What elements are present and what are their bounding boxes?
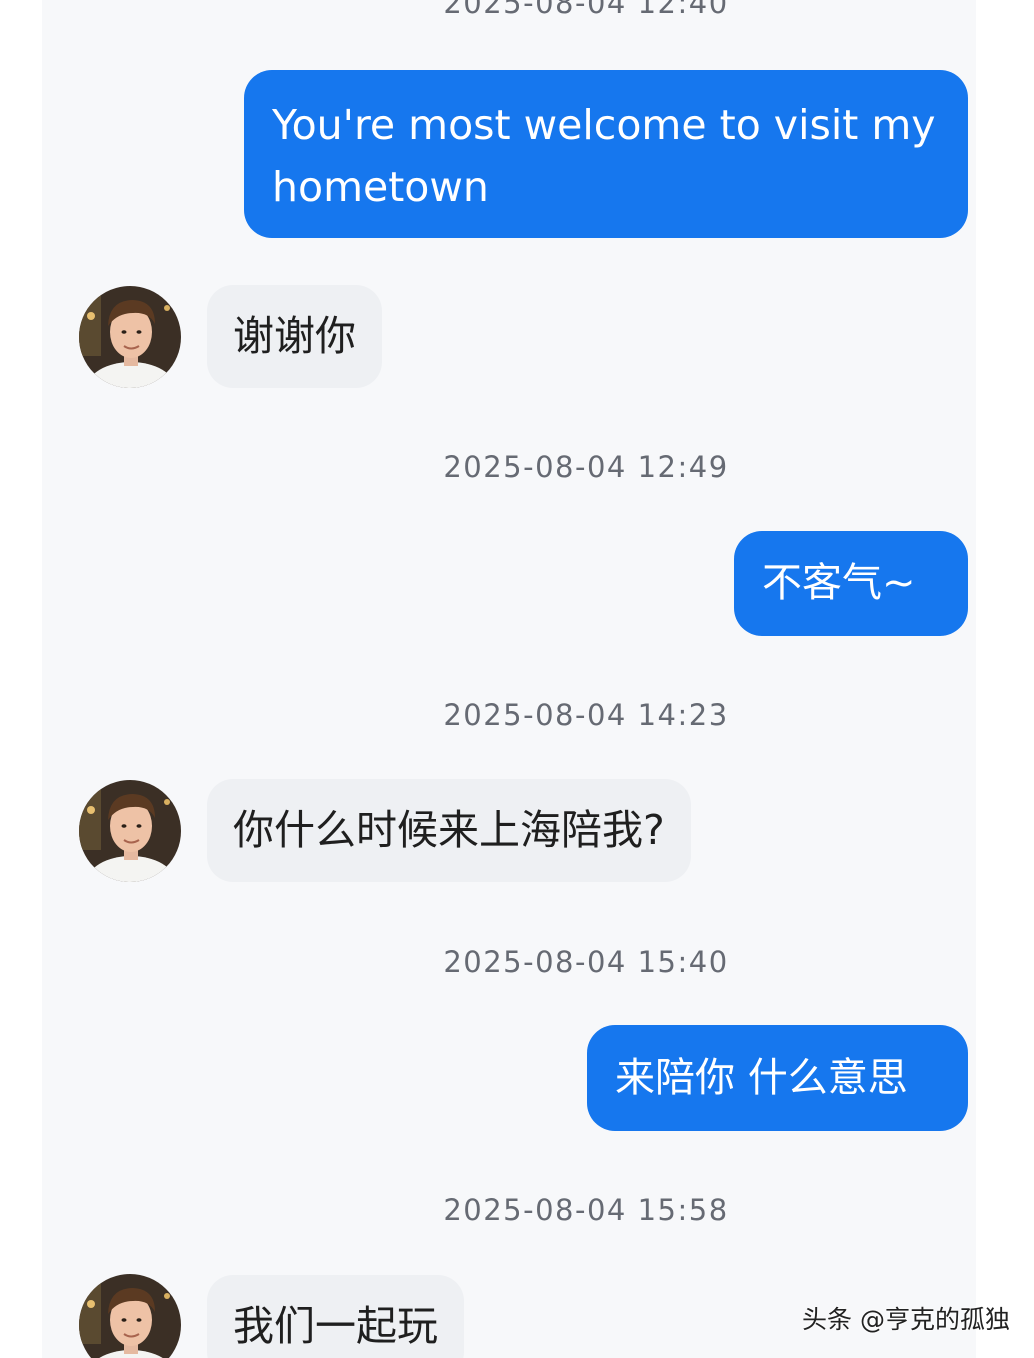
watermark: 头条 @亨克的孤独 xyxy=(802,1305,1010,1334)
message-timestamp: 2025-08-04 15:58 xyxy=(443,1193,729,1227)
outgoing-message-bubble[interactable]: You're most welcome to visit my hometown xyxy=(244,70,968,238)
incoming-message-bubble[interactable]: 谢谢你 xyxy=(207,285,382,388)
message-text: 不客气~ xyxy=(762,560,916,606)
contact-avatar[interactable] xyxy=(79,1274,181,1358)
incoming-message-bubble[interactable]: 你什么时候来上海陪我? xyxy=(207,779,691,882)
profile-photo-avatar-icon xyxy=(79,286,181,388)
outgoing-message-bubble[interactable]: 不客气~ xyxy=(734,531,968,636)
contact-avatar[interactable] xyxy=(79,780,181,882)
outgoing-message-bubble[interactable]: 来陪你 什么意思 xyxy=(587,1025,968,1131)
incoming-message-bubble[interactable]: 我们一起玩 xyxy=(207,1275,464,1358)
message-timestamp: 2025-08-04 15:40 xyxy=(443,945,729,979)
right-margin xyxy=(976,0,1034,1358)
message-text: You're most welcome to visit my hometown xyxy=(272,101,936,211)
left-margin xyxy=(0,0,42,1358)
message-text: 你什么时候来上海陪我? xyxy=(233,806,665,854)
message-text: 来陪你 什么意思 xyxy=(615,1055,908,1101)
message-text: 谢谢你 xyxy=(233,312,356,360)
message-timestamp: 2025-08-04 12:40 xyxy=(443,0,729,20)
message-timestamp: 2025-08-04 12:49 xyxy=(443,450,729,484)
contact-avatar[interactable] xyxy=(79,286,181,388)
profile-photo-avatar-icon xyxy=(79,1274,181,1358)
profile-photo-avatar-icon xyxy=(79,780,181,882)
message-timestamp: 2025-08-04 14:23 xyxy=(443,698,729,732)
message-text: 我们一起玩 xyxy=(233,1302,438,1350)
chat-screen: 2025-08-04 12:40 You're most welcome to … xyxy=(0,0,1034,1358)
